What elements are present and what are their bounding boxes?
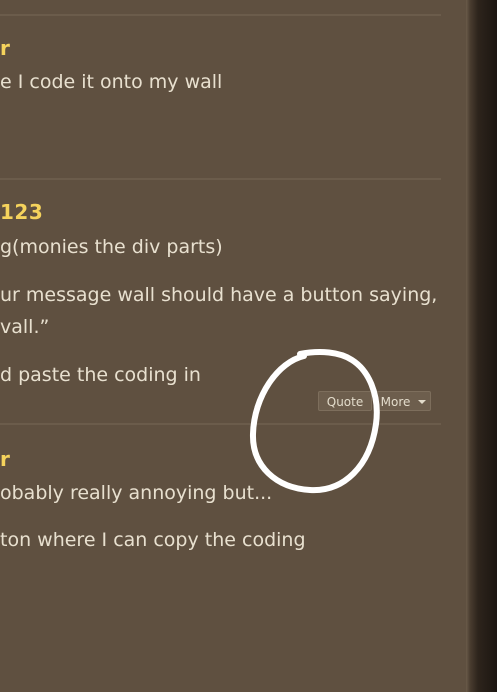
post-author-link[interactable]: r [0,36,10,60]
thread-divider [0,423,441,425]
post-text: ton where I can copy the coding [0,529,306,551]
post-text: ur message wall should have a button say… [0,284,438,306]
post-author-link[interactable]: 123 [0,200,43,224]
more-button[interactable]: More [376,391,431,411]
message-wall: r e I code it onto my wall 123 g(monies … [0,0,466,692]
thread-divider [0,14,441,16]
page-edge-scrollbar[interactable] [466,0,497,692]
post-text: d paste the coding in [0,364,201,386]
post-text: g(monies the div parts) [0,236,223,258]
post-author-link[interactable]: r [0,447,10,471]
more-label: More [380,395,411,409]
post-text: e I code it onto my wall [0,71,223,93]
post-text: obably really annoying but... [0,482,273,504]
post-text: vall.” [0,316,50,338]
thread-divider [0,178,441,180]
quote-button[interactable]: Quote [318,391,372,411]
chevron-down-icon [418,399,427,404]
